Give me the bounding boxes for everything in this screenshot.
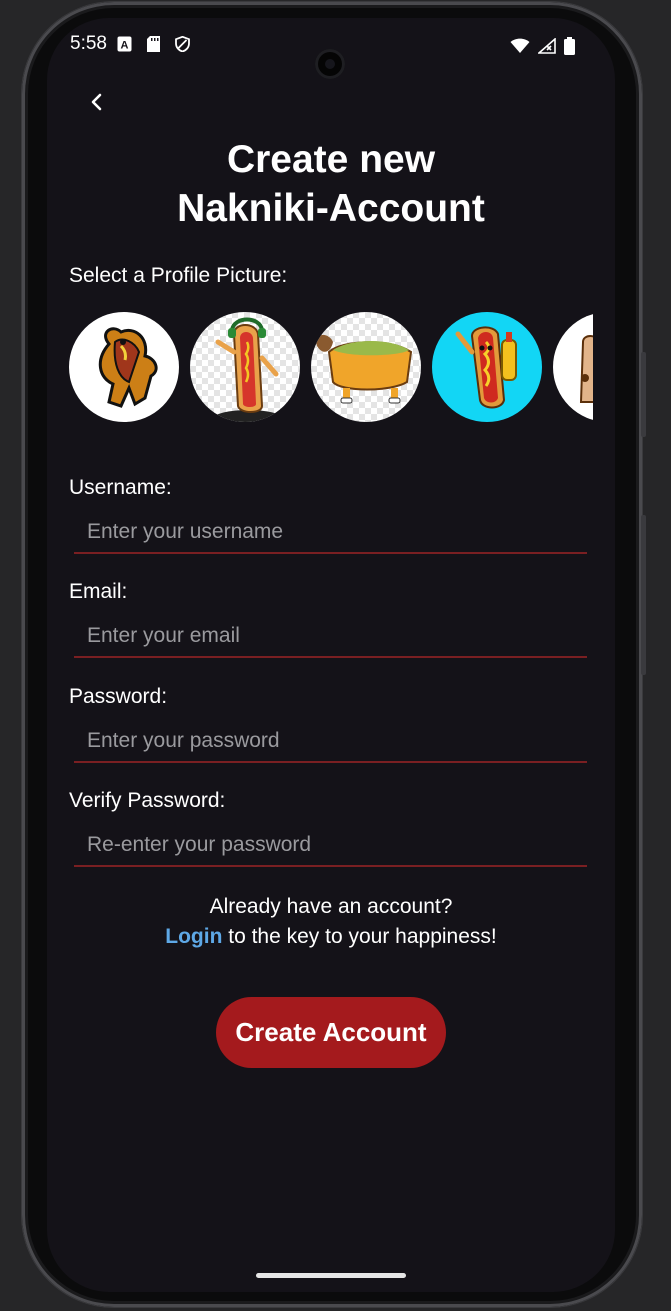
create-account-button[interactable]: Create Account (216, 997, 446, 1068)
login-prompt: Already have an account? Login to the ke… (47, 892, 615, 952)
profile-picture-label: Select a Profile Picture: (69, 264, 288, 287)
page-title-line1: Create new (226, 138, 436, 181)
profile-option-hotdog-partial[interactable] (553, 312, 593, 422)
login-prompt-line2: Login to the key to your happiness! (47, 922, 615, 952)
profile-option-hotdog-dog-guacamole[interactable] (311, 312, 421, 422)
signal-icon (536, 37, 556, 59)
page-title-line2: Nakniki-Account (177, 187, 485, 230)
profile-option-hotdog-headphones[interactable] (190, 312, 300, 422)
password-label: Password: (69, 685, 168, 708)
verify-password-field-wrap (74, 825, 587, 867)
email-field-wrap (74, 616, 587, 658)
status-time: 5:58 (70, 33, 107, 54)
login-prompt-line2-text: to the key to your happiness! (222, 925, 497, 948)
text-a-icon: A (117, 36, 132, 52)
password-input[interactable] (74, 721, 587, 761)
phone-volume-button (641, 515, 646, 675)
chevron-left-icon (91, 93, 102, 111)
verify-password-label: Verify Password: (69, 789, 226, 812)
profile-option-hotdog-mustard-cyan[interactable] (432, 312, 542, 422)
status-icons-right (510, 37, 575, 60)
verify-password-input[interactable] (74, 825, 587, 865)
email-input[interactable] (74, 616, 587, 656)
svg-text:A: A (121, 40, 129, 52)
front-camera (315, 49, 345, 79)
sd-card-icon (146, 36, 161, 52)
back-button[interactable] (83, 88, 111, 116)
profile-option-hotdog-dancing-sticker[interactable] (69, 312, 179, 422)
email-label: Email: (69, 580, 128, 603)
login-link[interactable]: Login (165, 925, 222, 948)
username-field-wrap (74, 512, 587, 554)
phone-power-button (641, 352, 646, 437)
status-icons-left: A (117, 35, 190, 53)
wifi-icon (510, 38, 530, 59)
username-input[interactable] (74, 512, 587, 552)
page-title: Create new Nakniki-Account (47, 135, 615, 233)
profile-picture-carousel[interactable] (69, 312, 593, 424)
password-field-wrap (74, 721, 587, 763)
login-prompt-line1: Already have an account? (209, 895, 453, 918)
app-screen: 5:58 A Create new Nakniki-Account Select… (47, 18, 615, 1292)
username-label: Username: (69, 476, 172, 499)
shield-icon (175, 35, 190, 53)
home-indicator[interactable] (256, 1273, 406, 1278)
battery-icon (564, 37, 575, 60)
